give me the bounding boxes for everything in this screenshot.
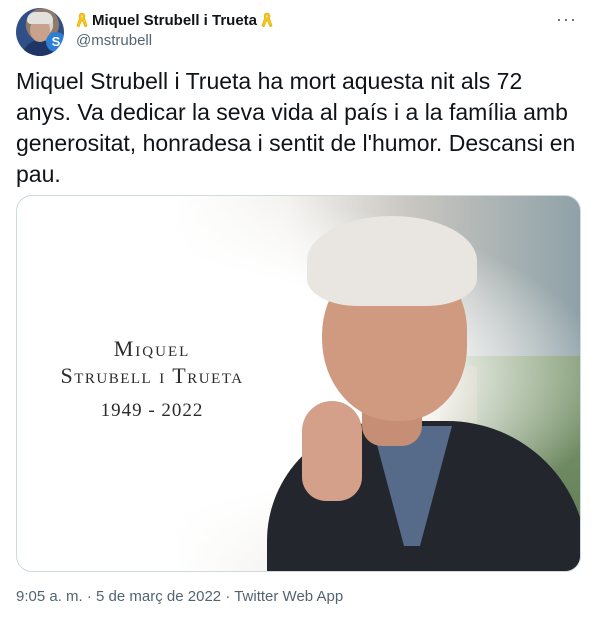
more-options-icon[interactable]: ··· [556, 10, 577, 28]
portrait-hair [307, 216, 477, 306]
avatar-badge-icon: S [46, 32, 64, 52]
tweet: S Miquel Strubell i Trueta @mstrubell ··… [0, 0, 597, 623]
caption-years: 1949 - 2022 [100, 400, 204, 421]
portrait-hand [302, 401, 362, 501]
yellow-ribbon-icon [76, 12, 88, 28]
tweet-header: S Miquel Strubell i Trueta @mstrubell ··… [16, 8, 581, 56]
tweet-metadata: 9:05 a. m. · 5 de març de 2022 · Twitter… [16, 588, 343, 605]
tweet-date[interactable]: 5 de març de 2022 [96, 588, 221, 605]
caption-surnames: Strubell i Trueta [60, 363, 244, 388]
avatar-hair [27, 12, 53, 24]
yellow-ribbon-icon [261, 12, 273, 28]
memorial-caption: Miquel Strubell i Trueta 1949 - 2022 [57, 336, 247, 422]
tweet-text: Miquel Strubell i Trueta ha mort aquesta… [16, 68, 576, 187]
user-handle[interactable]: @mstrubell [76, 32, 273, 49]
avatar[interactable]: S [16, 8, 64, 56]
display-name[interactable]: Miquel Strubell i Trueta [92, 12, 257, 29]
display-name-row[interactable]: Miquel Strubell i Trueta [76, 10, 273, 30]
tweet-image[interactable]: Miquel Strubell i Trueta 1949 - 2022 [16, 195, 581, 572]
meta-separator: · [86, 588, 92, 605]
author-names: Miquel Strubell i Trueta @mstrubell [76, 10, 273, 49]
meta-separator: · [225, 588, 231, 605]
tweet-time[interactable]: 9:05 a. m. [16, 588, 83, 605]
caption-first-name: Miquel [113, 336, 191, 361]
tweet-source[interactable]: Twitter Web App [234, 588, 343, 605]
